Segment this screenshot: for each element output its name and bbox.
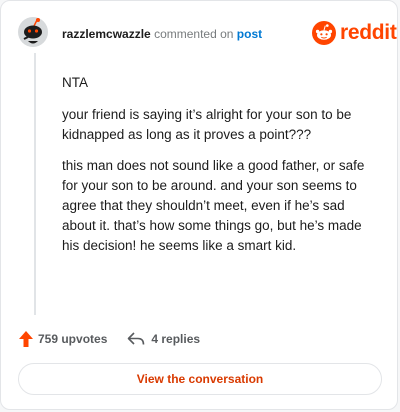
comment-body: NTA your friend is saying it’s alright f… [62, 73, 380, 267]
comment-card: razzlemcwazzle commented on post reddit … [0, 0, 398, 410]
reddit-wordmark: reddit [340, 21, 397, 44]
replies[interactable]: 4 replies [127, 332, 200, 346]
upvotes[interactable]: 759 upvotes [19, 331, 107, 347]
comment-footer: 759 upvotes 4 replies [19, 331, 200, 347]
reddit-logo[interactable]: reddit [312, 21, 397, 45]
avatar[interactable] [18, 17, 48, 47]
comment-paragraph: NTA [62, 75, 88, 90]
reply-arrow-icon [128, 332, 145, 345]
upvotes-count: 759 upvotes [38, 332, 108, 346]
upvote-arrow-icon [19, 331, 33, 347]
comment-header: razzlemcwazzle commented on post [62, 27, 262, 41]
replies-count: 4 replies [151, 332, 201, 346]
comment-paragraph: your friend is saying it’s alright for y… [62, 107, 352, 142]
commented-on-text: commented on [154, 27, 234, 41]
reddit-logo-icon [312, 21, 336, 45]
username-link[interactable]: razzlemcwazzle [62, 27, 151, 41]
thread-line [34, 53, 36, 315]
post-link[interactable]: post [237, 27, 262, 41]
view-conversation-button[interactable]: View the conversation [18, 363, 382, 395]
snoo-avatar-icon [18, 17, 48, 47]
comment-paragraph: this man does not sound like a good fath… [62, 158, 365, 253]
